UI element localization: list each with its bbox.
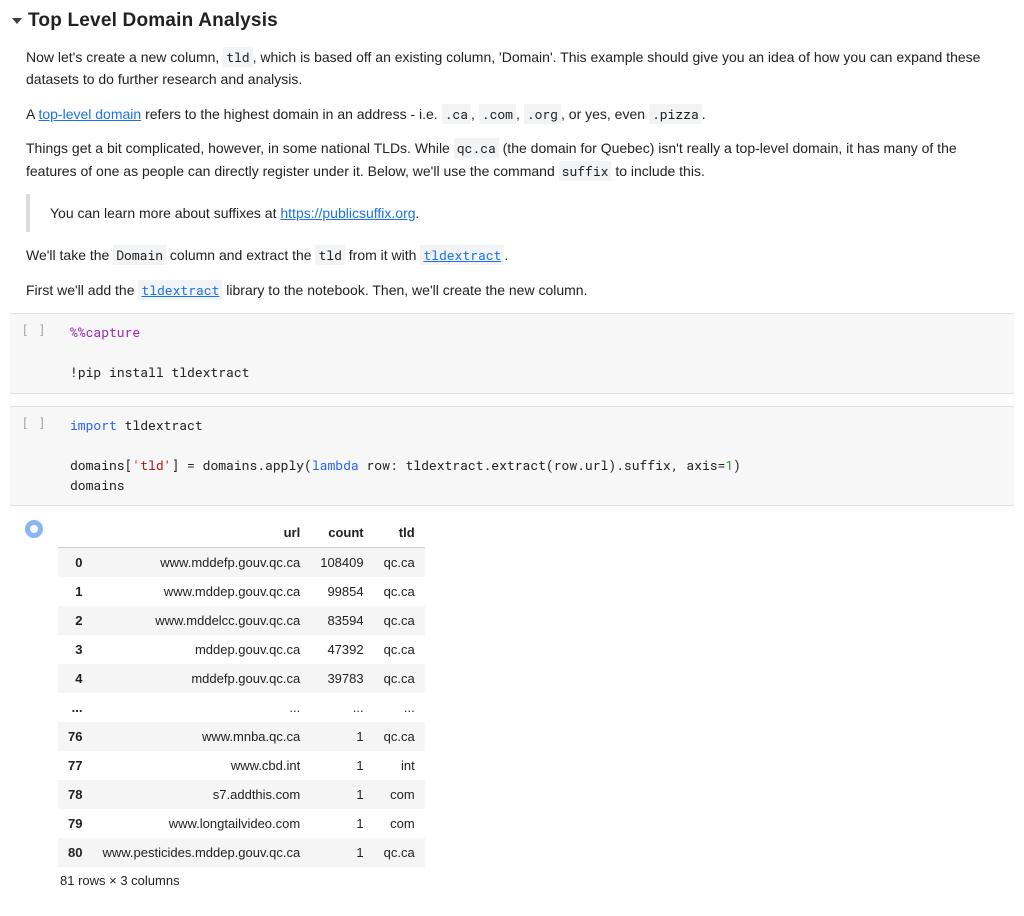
row-index: 76 (58, 722, 92, 751)
cell-count: 1 (310, 838, 373, 867)
row-index: 80 (58, 838, 92, 867)
cell-count: 1 (310, 751, 373, 780)
row-index: 0 (58, 548, 92, 578)
table-row: 76www.mnba.qc.ca1qc.ca (58, 722, 425, 751)
cell-tld: qc.ca (374, 838, 425, 867)
inline-code: tld (315, 245, 344, 265)
cell-code[interactable]: %%capture !pip install tldextract (58, 314, 1014, 392)
markdown-body: Now let's create a new column, tld, whic… (26, 46, 1006, 301)
paragraph-3: Things get a bit complicated, however, i… (26, 137, 1006, 182)
cell-url: www.mddelcc.gouv.qc.ca (92, 606, 310, 635)
paragraph-1: Now let's create a new column, tld, whic… (26, 46, 1006, 91)
cell-url: www.mddep.gouv.qc.ca (92, 577, 310, 606)
cell-prompt[interactable]: [ ] (10, 407, 58, 506)
row-index: 78 (58, 780, 92, 809)
row-index: ... (58, 693, 92, 722)
output-toggle-icon[interactable] (25, 520, 43, 538)
section-title: Top Level Domain Analysis (28, 10, 278, 32)
publicsuffix-link[interactable]: https://publicsuffix.org (280, 205, 415, 221)
row-index: 79 (58, 809, 92, 838)
cell-tld: int (374, 751, 425, 780)
cell-url: ... (92, 693, 310, 722)
cell-count: 39783 (310, 664, 373, 693)
cell-tld: qc.ca (374, 577, 425, 606)
table-row: 78s7.addthis.com1com (58, 780, 425, 809)
cell-tld: com (374, 780, 425, 809)
paragraph-5: First we'll add the tldextract library t… (26, 279, 1006, 301)
table-row: 79www.longtailvideo.com1com (58, 809, 425, 838)
dataframe-footer: 81 rows × 3 columns (58, 867, 425, 888)
cell-url: www.longtailvideo.com (92, 809, 310, 838)
inline-code: .pizza (649, 104, 702, 124)
dataframe-output: url count tld 0www.mddefp.gouv.qc.ca1084… (58, 518, 425, 888)
table-row: ............ (58, 693, 425, 722)
output-gutter[interactable] (10, 518, 58, 888)
cell-count: 83594 (310, 606, 373, 635)
cell-url: www.pesticides.mddep.gouv.qc.ca (92, 838, 310, 867)
cell-output: url count tld 0www.mddefp.gouv.qc.ca1084… (10, 518, 1014, 888)
table-header-tld: tld (374, 518, 425, 548)
code-cell-2[interactable]: [ ] import tldextract domains['tld'] = d… (10, 406, 1014, 507)
table-row: 3mddep.gouv.qc.ca47392qc.ca (58, 635, 425, 664)
cell-count: ... (310, 693, 373, 722)
cell-tld: qc.ca (374, 606, 425, 635)
table-header-row: url count tld (58, 518, 425, 548)
cell-url: mddefp.gouv.qc.ca (92, 664, 310, 693)
cell-url: mddep.gouv.qc.ca (92, 635, 310, 664)
paragraph-4: We'll take the Domain column and extract… (26, 244, 1006, 266)
table-row: 0www.mddefp.gouv.qc.ca108409qc.ca (58, 548, 425, 578)
table-header-url: url (92, 518, 310, 548)
cell-url: www.mddefp.gouv.qc.ca (92, 548, 310, 578)
cell-url: s7.addthis.com (92, 780, 310, 809)
table-row: 4mddefp.gouv.qc.ca39783qc.ca (58, 664, 425, 693)
paragraph-2: A top-level domain refers to the highest… (26, 103, 1006, 125)
cell-tld: qc.ca (374, 664, 425, 693)
cell-count: 1 (310, 780, 373, 809)
cell-tld: com (374, 809, 425, 838)
table-row: 80www.pesticides.mddep.gouv.qc.ca1qc.ca (58, 838, 425, 867)
inline-code: .org (524, 104, 561, 124)
cell-count: 108409 (310, 548, 373, 578)
cell-prompt[interactable]: [ ] (10, 314, 58, 392)
top-level-domain-link[interactable]: top-level domain (38, 106, 141, 122)
inline-code: .ca (442, 104, 471, 124)
cell-count: 1 (310, 809, 373, 838)
table-row: 77www.cbd.int1int (58, 751, 425, 780)
inline-code: Domain (113, 245, 166, 265)
cell-tld: qc.ca (374, 722, 425, 751)
inline-code: qc.ca (454, 138, 499, 158)
cell-tld: ... (374, 693, 425, 722)
tldextract-link[interactable]: tldextract (420, 247, 504, 263)
code-cell-1[interactable]: [ ] %%capture !pip install tldextract (10, 313, 1014, 393)
section-header[interactable]: Top Level Domain Analysis (10, 10, 1014, 32)
row-index: 2 (58, 606, 92, 635)
dataframe-table: url count tld 0www.mddefp.gouv.qc.ca1084… (58, 518, 425, 867)
cell-code[interactable]: import tldextract domains['tld'] = domai… (58, 407, 1014, 506)
row-index: 1 (58, 577, 92, 606)
row-index: 77 (58, 751, 92, 780)
table-header-index (58, 518, 92, 548)
row-index: 4 (58, 664, 92, 693)
table-row: 1www.mddep.gouv.qc.ca99854qc.ca (58, 577, 425, 606)
tldextract-link-2[interactable]: tldextract (138, 282, 222, 298)
inline-code: suffix (559, 161, 612, 181)
inline-code: tld (223, 47, 252, 67)
inline-code: .com (479, 104, 516, 124)
cell-url: www.mnba.qc.ca (92, 722, 310, 751)
cell-count: 1 (310, 722, 373, 751)
cell-count: 99854 (310, 577, 373, 606)
cell-url: www.cbd.int (92, 751, 310, 780)
note-block: You can learn more about suffixes at htt… (26, 194, 1006, 232)
cell-tld: qc.ca (374, 548, 425, 578)
chevron-down-icon (12, 18, 22, 24)
cell-count: 47392 (310, 635, 373, 664)
row-index: 3 (58, 635, 92, 664)
table-row: 2www.mddelcc.gouv.qc.ca83594qc.ca (58, 606, 425, 635)
table-header-count: count (310, 518, 373, 548)
cell-tld: qc.ca (374, 635, 425, 664)
